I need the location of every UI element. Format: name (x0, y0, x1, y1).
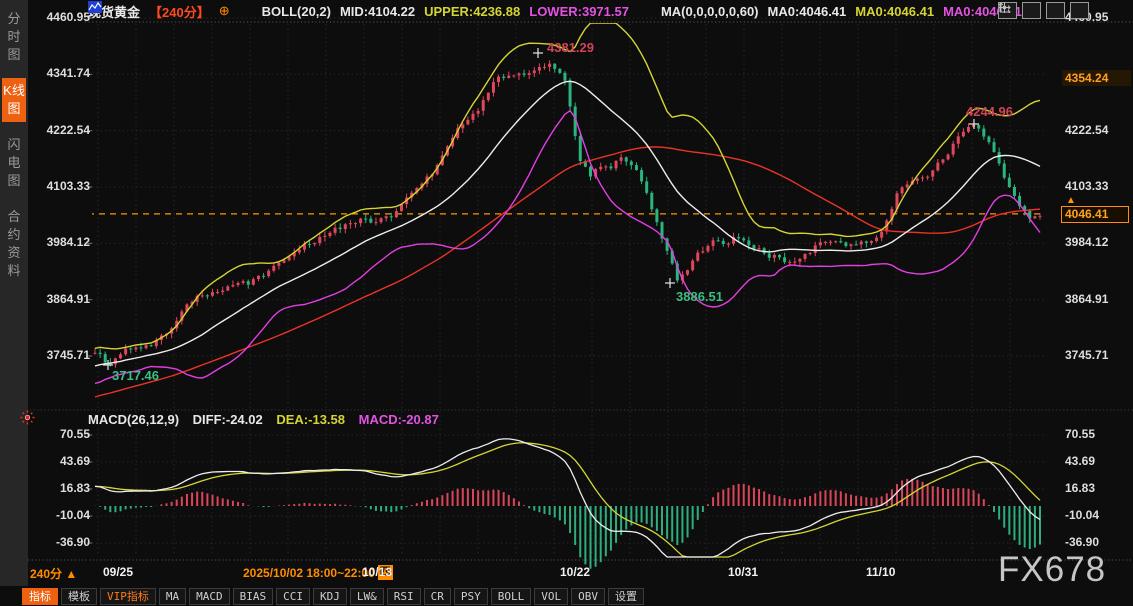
macd-header: MACD(26,12,9) DIFF:-24.02 DEA:-13.58 MAC… (88, 412, 449, 427)
price-axis-label-left: 3864.91 (32, 292, 90, 306)
toolbar-item-BIAS[interactable]: BIAS (233, 588, 274, 605)
boll-lower-value: LOWER:3971.57 (529, 4, 629, 19)
macd-axis-label-right: 43.69 (1065, 454, 1095, 468)
macd-axis-label-left: -36.90 (32, 535, 90, 549)
price-axis-label-right: 3984.12 (1065, 235, 1108, 249)
indicator-toolbar: 指标模板VIP指标MAMACDBIASCCIKDJLW&RSICRPSYBOLL… (22, 587, 644, 606)
price-annotation: 3886.51 (676, 289, 723, 304)
price-annotation: 3717.46 (112, 368, 159, 383)
toolbar-item-VIP指标[interactable]: VIP指标 (100, 588, 156, 605)
macd-axis-label-right: 70.55 (1065, 427, 1095, 441)
macd-macd-value: MACD:-20.87 (359, 412, 439, 427)
price-axis-label-left: 4460.95 (32, 10, 90, 24)
toolbar-item-OBV[interactable]: OBV (571, 588, 605, 605)
toolbar-item-PSY[interactable]: PSY (454, 588, 488, 605)
macd-dea-value: DEA:-13.58 (276, 412, 345, 427)
xaxis-date-label-overlapped: 10/13 (362, 565, 392, 579)
price-axis-label-left: 4103.33 (32, 179, 90, 193)
price-axis-label-right: 3864.91 (1065, 292, 1108, 306)
boll-upper-value: UPPER:4236.88 (424, 4, 520, 19)
shift-right-icon[interactable] (1070, 2, 1089, 19)
toolbar-item-VOL[interactable]: VOL (534, 588, 568, 605)
current-price-badge: 4046.41 (1061, 206, 1129, 223)
toolbar-item-模板[interactable]: 模板 (61, 588, 97, 605)
period-label[interactable]: 【240分】 (149, 2, 210, 21)
chart-scale-controls (998, 2, 1089, 19)
price-axis-label-left: 4341.74 (32, 66, 90, 80)
price-axis-label-left: 3984.12 (32, 235, 90, 249)
indicator-header: 现货黄金 【240分】 ⊕ BOLL(20,2) MID:4104.22 UPP… (88, 1, 1031, 21)
toolbar-item-CR[interactable]: CR (424, 588, 451, 605)
price-axis-label-right: 4222.54 (1065, 123, 1108, 137)
boll-chart-icon[interactable] (239, 5, 253, 17)
toolbar-item-RSI[interactable]: RSI (387, 588, 421, 605)
boll-label: BOLL(20,2) (262, 4, 331, 19)
x-axis-zoom-icon[interactable] (1046, 2, 1065, 19)
chart-type-sidebar: 分时图 K线图闪电图合约资料 (0, 0, 28, 586)
sidebar-item-0[interactable]: 分时图 (4, 6, 24, 68)
toolbar-item-指标[interactable]: 指标 (22, 588, 58, 605)
price-axis-label-right: 3745.71 (1065, 348, 1108, 362)
macd-axis-label-right: 16.83 (1065, 481, 1095, 495)
toolbar-item-MACD[interactable]: MACD (189, 588, 230, 605)
period-badge[interactable]: 240分 ▲ (30, 565, 77, 582)
macd-axis-label-left: -10.04 (32, 508, 90, 522)
xaxis-date-label: 10/31 (728, 565, 758, 579)
price-chart-canvas[interactable] (0, 0, 1133, 606)
sidebar-item-3[interactable]: 合约资料 (4, 204, 24, 284)
ma-params: MA(0,0,0,0,0,60) (661, 4, 759, 19)
current-price-arrow-icon: ▲ (1066, 195, 1076, 206)
price-annotation: 4244.96 (966, 104, 1013, 119)
trading-app-window: 现货黄金 【240分】 ⊕ BOLL(20,2) MID:4104.22 UPP… (0, 0, 1133, 606)
ma0-value-1: MA0:4046.41 (768, 4, 847, 19)
price-axis-label-left: 3745.71 (32, 348, 90, 362)
xaxis-date-label: 09/25 (103, 565, 133, 579)
session-high-badge: 4354.24 (1062, 70, 1131, 86)
macd-axis-label-left: 16.83 (32, 481, 90, 495)
toolbar-item-CCI[interactable]: CCI (276, 588, 310, 605)
toolbar-item-BOLL[interactable]: BOLL (491, 588, 532, 605)
y-axis-zoom-icon[interactable] (1022, 2, 1041, 19)
ma-chart-icon[interactable] (638, 5, 652, 17)
price-axis-label-right: 4103.33 (1065, 179, 1108, 193)
macd-label: MACD(26,12,9) (88, 412, 179, 427)
price-axis-label-left: 4222.54 (32, 123, 90, 137)
sidebar-item-1[interactable]: K线图 (2, 78, 26, 122)
tooltip-datetime: 2025/10/02 18:00~22:00 (243, 566, 375, 580)
boll-mid-value: MID:4104.22 (340, 4, 415, 19)
macd-axis-label-left: 43.69 (32, 454, 90, 468)
toolbar-item-KDJ[interactable]: KDJ (313, 588, 347, 605)
macd-diff-value: DIFF:-24.02 (193, 412, 263, 427)
macd-axis-label-right: -36.90 (1065, 535, 1099, 549)
xaxis-date-label: 11/10 (866, 565, 895, 579)
sidebar-item-2[interactable]: 闪电图 (4, 132, 24, 194)
add-indicator-icon[interactable]: ⊕ (219, 3, 230, 19)
macd-axis-label-right: -10.04 (1065, 508, 1099, 522)
toolbar-item-LW&[interactable]: LW& (350, 588, 384, 605)
xaxis-date-label: 10/22 (560, 565, 590, 579)
fx678-watermark: FX678 (998, 550, 1106, 590)
macd-axis-label-left: 70.55 (32, 427, 90, 441)
toolbar-item-设置[interactable]: 设置 (608, 588, 644, 605)
toolbar-item-MA[interactable]: MA (159, 588, 186, 605)
ma0-value-2: MA0:4046.41 (855, 4, 934, 19)
price-annotation: 4381.29 (547, 40, 594, 55)
